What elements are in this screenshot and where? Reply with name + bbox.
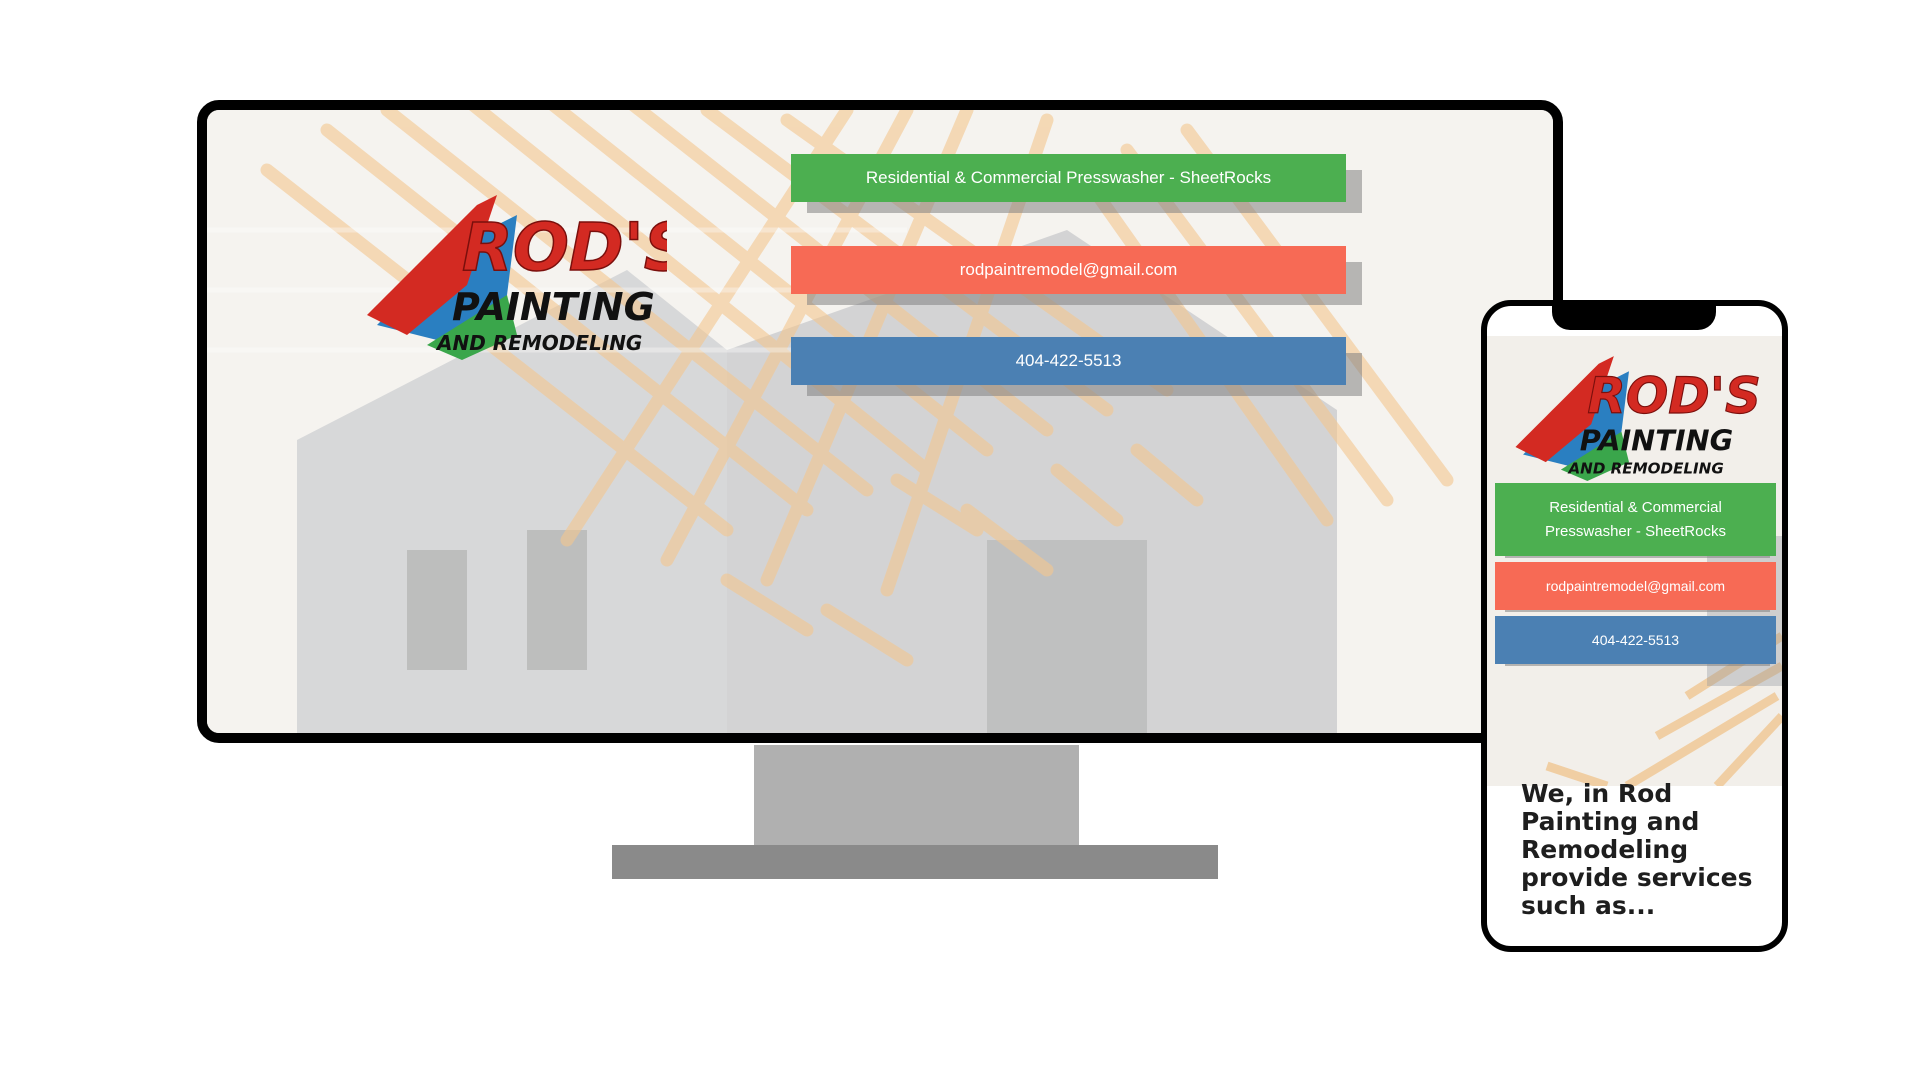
desktop-monitor: ROD'S PAINTING AND REMODELING Residentia… [197,100,1563,743]
mobile-logo-remodeling-text: AND REMODELING [1567,459,1723,477]
mobile-intro-heading: We, in Rod Painting and Remodeling provi… [1521,779,1753,920]
logo-rods-text: ROD'S [462,209,667,286]
mobile-logo-painting-text: PAINTING [1580,424,1733,458]
mobile-email-button[interactable]: rodpaintremodel@gmail.com [1495,562,1776,610]
mobile-services-label-line2: Presswasher - SheetRocks [1545,522,1726,540]
email-button-label: rodpaintremodel@gmail.com [959,260,1178,279]
mobile-logo-rods-text: ROD'S [1587,367,1759,425]
mobile-phone: ROD'S PAINTING AND REMODELING Residentia… [1481,300,1788,952]
mobile-services-label-line1: Residential & Commercial [1549,498,1722,516]
monitor-stand-base [612,845,1218,879]
desktop-screen: ROD'S PAINTING AND REMODELING Residentia… [207,110,1553,733]
email-button[interactable]: rodpaintremodel@gmail.com [791,246,1346,294]
logo-painting-text: PAINTING [452,285,655,329]
phone-notch [1552,300,1716,330]
mobile-phone-button-label: 404-422-5513 [1591,632,1680,648]
services-button-label: Residential & Commercial Presswasher - S… [865,168,1272,187]
company-logo[interactable]: ROD'S PAINTING AND REMODELING [367,175,667,360]
mobile-services-button[interactable]: Residential & Commercial Presswasher - S… [1495,483,1776,556]
mobile-phone-button[interactable]: 404-422-5513 [1495,616,1776,664]
services-button[interactable]: Residential & Commercial Presswasher - S… [791,154,1346,202]
phone-button[interactable]: 404-422-5513 [791,337,1346,385]
phone-button-label: 404-422-5513 [1015,351,1122,370]
mobile-email-button-label: rodpaintremodel@gmail.com [1545,578,1726,594]
mobile-hero: ROD'S PAINTING AND REMODELING Residentia… [1487,336,1782,786]
monitor-stand-neck [754,745,1079,846]
logo-remodeling-text: AND REMODELING [435,331,642,355]
mobile-company-logo[interactable]: ROD'S PAINTING AND REMODELING [1499,341,1759,481]
